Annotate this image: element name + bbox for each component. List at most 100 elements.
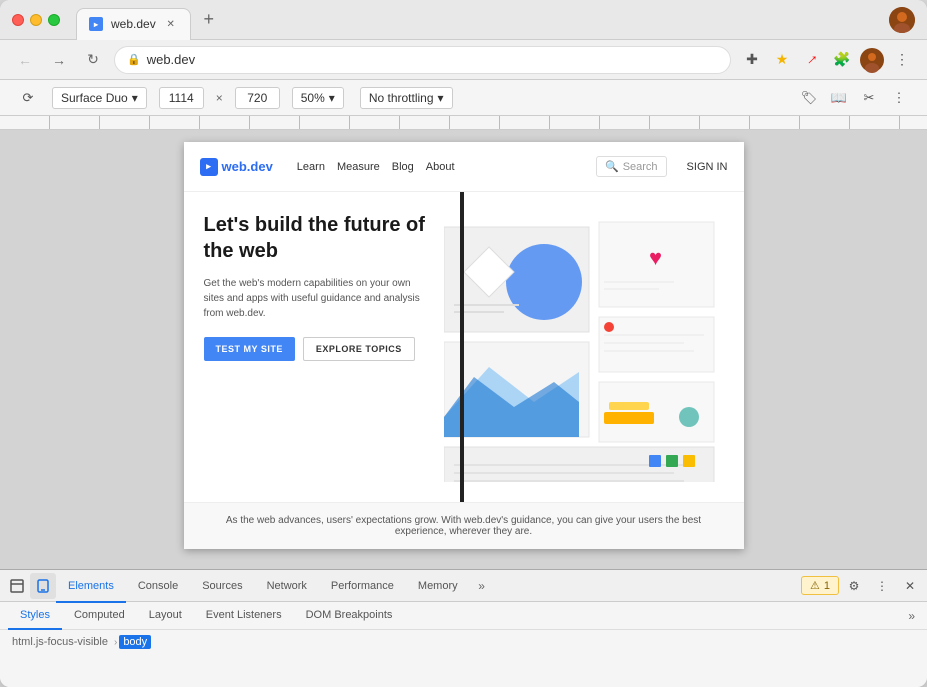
search-icon: 🔍 (605, 160, 619, 173)
devtools-subtab-styles[interactable]: Styles (8, 602, 62, 630)
profile-menu-icon[interactable] (859, 47, 885, 73)
browser-tab[interactable]: ▸ web.dev ✕ (76, 8, 191, 40)
chrome-window: ▸ web.dev ✕ + ← → ↻ 🔒 web.dev ✚ ★ (0, 0, 927, 687)
breadcrumb-html[interactable]: html.js-focus-visible (8, 635, 112, 649)
cross-symbol: × (216, 91, 223, 105)
redirect-arrow-icon: ↑ (799, 47, 825, 73)
devtools-subtab-layout[interactable]: Layout (137, 602, 194, 630)
url-bar[interactable]: 🔒 web.dev (114, 46, 731, 74)
tab-close-button[interactable]: ✕ (164, 17, 178, 31)
new-tab-button[interactable]: + (195, 6, 223, 34)
bookmark-toolbar-icon[interactable]: 🏷 (797, 86, 821, 110)
footer-text: As the web advances, users' expectations… (226, 515, 701, 537)
device-dropdown-icon: ▾ (132, 91, 138, 105)
devtools-tab-elements[interactable]: Elements (56, 571, 126, 603)
devtools-subtab-dom-breakpoints[interactable]: DOM Breakpoints (294, 602, 405, 630)
devtools-tabs-overflow[interactable]: » (470, 574, 494, 598)
zoom-selector[interactable]: 50% ▾ (292, 87, 344, 109)
split-screen-divider[interactable] (460, 192, 464, 502)
breadcrumb-body[interactable]: body (119, 635, 151, 649)
devtools-breadcrumb: html.js-focus-visible › body (0, 630, 927, 654)
viewport-height-input[interactable] (235, 87, 280, 109)
extensions-icon[interactable]: 🧩 (829, 47, 855, 73)
devtools-device-icon[interactable] (30, 573, 56, 599)
hero-illustration: ♥ (444, 217, 724, 482)
signin-button[interactable]: SIGN IN (687, 161, 728, 173)
tab-title: web.dev (111, 17, 156, 31)
profile-icon[interactable] (889, 7, 915, 33)
add-bookmark-icon[interactable]: ✚ (739, 47, 765, 73)
book-icon[interactable]: 📖 (827, 86, 851, 110)
minimize-button[interactable] (30, 14, 42, 26)
subtab-computed-label: Computed (74, 609, 125, 621)
refresh-button[interactable]: ↻ (80, 47, 106, 73)
more-device-options-icon[interactable]: ⋮ (887, 86, 911, 110)
breadcrumb-separator: › (114, 637, 117, 648)
warning-count: 1 (824, 580, 830, 592)
webdev-logo-icon: ▸ (200, 158, 218, 176)
rotate-device-icon[interactable]: ⟳ (16, 86, 40, 110)
ruler-strip (0, 116, 927, 130)
nav-measure[interactable]: Measure (337, 161, 380, 173)
devtools-subtabs-overflow[interactable]: » (904, 609, 919, 623)
webdev-footer-section: As the web advances, users' expectations… (184, 502, 744, 549)
dimension-divider (159, 87, 204, 109)
maximize-button[interactable] (48, 14, 60, 26)
devtools-subtab-computed[interactable]: Computed (62, 602, 137, 630)
url-text: web.dev (147, 52, 195, 67)
chrome-menu-icon[interactable]: ⋮ (889, 47, 915, 73)
webdev-nav-links: Learn Measure Blog About (297, 161, 455, 173)
explore-topics-button[interactable]: EXPLORE TOPICS (303, 337, 415, 361)
nav-blog[interactable]: Blog (392, 161, 414, 173)
devtools-tab-performance[interactable]: Performance (319, 571, 406, 603)
webdev-search[interactable]: 🔍 Search (596, 156, 667, 177)
devtools-right-buttons: ⚠ 1 ⚙ ⋮ ✕ (801, 573, 923, 599)
throttle-selector[interactable]: No throttling ▾ (360, 87, 453, 109)
devtools-more-icon[interactable]: ⋮ (869, 573, 895, 599)
webdev-hero-right: ♥ (444, 212, 724, 482)
tab-network-label: Network (267, 580, 307, 592)
subtab-styles-label: Styles (20, 609, 50, 621)
devtools-tab-console[interactable]: Console (126, 571, 190, 603)
warning-icon: ⚠ (810, 579, 820, 592)
viewport-width-input[interactable] (159, 87, 204, 109)
throttle-dropdown-icon: ▾ (438, 91, 444, 105)
zoom-level: 50% (301, 91, 325, 105)
webdev-logo[interactable]: ▸ web.dev (200, 158, 273, 176)
device-toolbar: ⟳ Surface Duo ▾ × 50% ▾ No throttling ▾ … (0, 80, 927, 116)
nav-about[interactable]: About (426, 161, 455, 173)
devtools-tab-network[interactable]: Network (255, 571, 319, 603)
tab-console-label: Console (138, 580, 178, 592)
devtools-settings-icon[interactable]: ⚙ (841, 573, 867, 599)
bookmark-icon[interactable]: ★ (769, 47, 795, 73)
close-button[interactable] (12, 14, 24, 26)
test-my-site-button[interactable]: TEST MY SITE (204, 337, 295, 361)
throttle-label: No throttling (369, 91, 434, 105)
forward-button[interactable]: → (46, 47, 72, 73)
devtools-inspect-icon[interactable] (4, 573, 30, 599)
nav-learn[interactable]: Learn (297, 161, 325, 173)
warning-badge[interactable]: ⚠ 1 (801, 576, 839, 595)
tab-performance-label: Performance (331, 580, 394, 592)
tab-elements-label: Elements (68, 580, 114, 592)
devtools-tab-sources[interactable]: Sources (190, 571, 254, 603)
devtools-panel: Elements Console Sources Network Perform… (0, 569, 927, 687)
tab-sources-label: Sources (202, 580, 242, 592)
devtools-subtab-event-listeners[interactable]: Event Listeners (194, 602, 294, 630)
webdev-logo-text: web.dev (222, 159, 273, 174)
devtools-tabs: Elements Console Sources Network Perform… (0, 570, 927, 602)
webdev-hero-text: Let's build the future of the web Get th… (204, 212, 444, 482)
tab-strip: ▸ web.dev ✕ + (76, 4, 881, 36)
hero-subtitle: Get the web's modern capabilities on you… (204, 276, 434, 321)
webdev-hero: Let's build the future of the web Get th… (184, 192, 744, 502)
device-toolbar-right: 🏷 📖 ✂ ⋮ (797, 86, 911, 110)
device-selector[interactable]: Surface Duo ▾ (52, 87, 147, 109)
hero-title: Let's build the future of the web (204, 212, 434, 264)
traffic-lights (12, 14, 60, 26)
back-button[interactable]: ← (12, 47, 38, 73)
devtools-close-icon[interactable]: ✕ (897, 573, 923, 599)
devtools-tab-memory[interactable]: Memory (406, 571, 470, 603)
screenshot-icon[interactable]: ✂ (857, 86, 881, 110)
webdev-navbar: ▸ web.dev Learn Measure Blog About 🔍 Sea… (184, 142, 744, 192)
subtab-event-listeners-label: Event Listeners (206, 609, 282, 621)
